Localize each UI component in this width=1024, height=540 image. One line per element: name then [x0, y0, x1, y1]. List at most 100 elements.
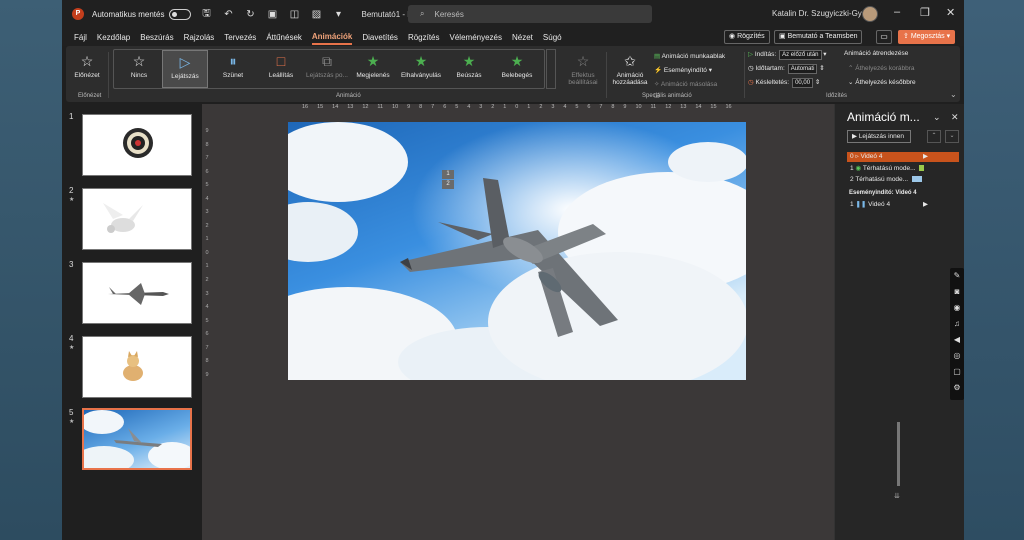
- animation-tag[interactable]: 2: [442, 180, 454, 189]
- ruler-tick-label: 2: [539, 104, 543, 110]
- duration-input[interactable]: Automati: [787, 64, 818, 74]
- slide-thumbnail-3[interactable]: [82, 262, 192, 324]
- slide-thumbnail-1[interactable]: [82, 114, 192, 176]
- anim-none-label: Nincs: [130, 72, 148, 79]
- comments-button[interactable]: ▭: [876, 30, 892, 44]
- ruler-tick-label: 16: [302, 104, 309, 110]
- record-button[interactable]: ◉ Rögzítés: [724, 30, 770, 44]
- ruler-tick-label: 5: [205, 182, 209, 189]
- play-from-label: Lejátszás innen: [858, 133, 904, 140]
- jet-image: [108, 283, 169, 305]
- ruler-tick-label: 8: [611, 104, 615, 110]
- anim-stop-label: Leállítás: [268, 72, 294, 79]
- move-down-button[interactable]: ⌄: [945, 130, 959, 143]
- preview-button[interactable]: ☆ Előnézet: [68, 50, 106, 88]
- pane-options-icon[interactable]: ⌄: [933, 112, 941, 123]
- share-button[interactable]: ⇪ Megosztás ▾: [898, 30, 956, 44]
- speaker-icon[interactable]: ◀: [950, 332, 964, 348]
- camera-icon[interactable]: ◙: [950, 284, 964, 300]
- user-name[interactable]: Katalin Dr. Szugyiczki-Györfi: [772, 9, 873, 18]
- title-bar: P Automatikus mentés 🖫 ↶ ↻ ▣ ◫ ▨ ▾ Bemut…: [62, 0, 964, 28]
- slide-thumbnail-2[interactable]: [82, 188, 192, 250]
- window-icon[interactable]: ▢: [950, 364, 964, 380]
- anim-stop[interactable]: □ Leállítás: [258, 50, 304, 88]
- start-select[interactable]: Az előző után: [779, 50, 822, 60]
- pegasus-image: [103, 203, 143, 233]
- move-later-button[interactable]: ⌄ Áthelyezés későbbre: [848, 78, 916, 86]
- save-icon[interactable]: 🖫: [199, 6, 213, 23]
- tab-transitions[interactable]: Áttűnések: [266, 31, 302, 44]
- anim-appear[interactable]: ★ Megjelenés: [350, 50, 396, 88]
- minimize-icon[interactable]: –: [894, 6, 900, 18]
- delay-input[interactable]: 00,00: [792, 78, 814, 88]
- move-earlier-button[interactable]: ⌃ Áthelyezés korábbra: [848, 64, 915, 72]
- move-up-button[interactable]: ⌃: [927, 130, 941, 143]
- gear-icon[interactable]: ⚙: [950, 380, 964, 396]
- slide-thumbnail-5[interactable]: [74, 408, 196, 474]
- tab-record[interactable]: Rögzítés: [408, 31, 440, 44]
- tab-view[interactable]: Nézet: [512, 31, 533, 44]
- anim-seek[interactable]: ⧉ Lejátszás po...: [304, 50, 350, 88]
- trigger-button[interactable]: ⚡ Eseményindító ▾: [654, 66, 712, 74]
- pane-scrollbar[interactable]: [897, 422, 900, 486]
- autosave-toggle[interactable]: [169, 8, 192, 20]
- animation-star-icon: ★: [69, 419, 75, 425]
- pause-icon: ⏸: [229, 53, 237, 69]
- animation-list-item[interactable]: 1 ❚❚ Videó 4 ▶: [847, 200, 959, 210]
- effect-options-button[interactable]: ☆ Effektus beállításai: [560, 50, 606, 88]
- ruler-tick-label: 0: [515, 104, 519, 110]
- search-icon: ⌕: [420, 9, 425, 18]
- animation-painter-button[interactable]: ✧ Animáció másolása: [654, 80, 717, 88]
- customize-qat-icon[interactable]: ▾: [331, 9, 345, 20]
- redo-icon[interactable]: ↻: [243, 9, 257, 20]
- animation-list-item[interactable]: 1 ◉ Térhatású mode...: [847, 164, 959, 174]
- tab-help[interactable]: Súgó: [543, 31, 562, 44]
- animation-list-item[interactable]: 0 ▹ Videó 4 ▶: [847, 152, 959, 162]
- slide-canvas[interactable]: [288, 122, 746, 380]
- tab-draw[interactable]: Rajzolás: [184, 31, 215, 44]
- ruler-tick-label: 10: [635, 104, 642, 110]
- anim-none[interactable]: ☆ Nincs: [116, 50, 162, 88]
- restore-icon[interactable]: ❐: [920, 6, 930, 19]
- ruler-tick-label: 8: [205, 141, 209, 148]
- anim-fly-in[interactable]: ★ Beúszás: [446, 50, 492, 88]
- collapse-ribbon-icon[interactable]: ⌄: [950, 90, 957, 99]
- add-animation-button[interactable]: ✩ Animáció hozzáadása: [608, 50, 652, 88]
- ruler-tick-label: 12: [362, 104, 369, 110]
- animation-pane-button[interactable]: ▤ Animáció munkaablak: [654, 52, 725, 60]
- tab-file[interactable]: Fájl: [74, 31, 87, 44]
- anim-fade[interactable]: ★ Elhalványulás: [398, 50, 444, 88]
- picture-icon[interactable]: ▨: [309, 9, 323, 20]
- pen-icon[interactable]: ✎: [950, 268, 964, 284]
- tab-home[interactable]: Kezdőlap: [97, 31, 130, 44]
- search-box[interactable]: ⌕ Keresés: [408, 5, 652, 23]
- present-icon[interactable]: ▣: [265, 9, 279, 20]
- scroll-down-icon[interactable]: ⇊: [894, 492, 900, 500]
- avatar[interactable]: [862, 6, 878, 22]
- tab-animations[interactable]: Animációk: [311, 30, 353, 45]
- tab-review[interactable]: Véleményezés: [450, 31, 502, 44]
- play-from-button[interactable]: ▶ Lejátszás innen: [847, 130, 911, 143]
- anim-float-in[interactable]: ★ Belebegés: [494, 50, 540, 88]
- camera-icon[interactable]: ◫: [287, 9, 301, 20]
- tab-slideshow[interactable]: Diavetítés: [362, 31, 398, 44]
- tab-insert[interactable]: Beszúrás: [140, 31, 173, 44]
- present-in-teams-button[interactable]: ▣ Bemutató a Teamsben: [774, 30, 863, 44]
- ruler-tick-label: 13: [680, 104, 687, 110]
- animation-list-item[interactable]: 2 Térhatású mode...: [847, 175, 959, 185]
- close-icon[interactable]: ✕: [946, 6, 955, 19]
- record-icon[interactable]: ◉: [950, 300, 964, 316]
- animation-tag[interactable]: 1: [442, 170, 454, 179]
- anim-play[interactable]: ▷ Lejátszás: [162, 50, 208, 88]
- anim-pause[interactable]: ⏸ Szünet: [210, 50, 256, 88]
- slide-number: 5: [69, 408, 74, 417]
- mic-icon[interactable]: ♫: [950, 316, 964, 332]
- gallery-scroll[interactable]: [546, 49, 556, 89]
- stop-icon: □: [276, 53, 286, 69]
- ruler-tick-label: 16: [725, 104, 732, 110]
- slide-thumbnail-4[interactable]: [82, 336, 192, 398]
- tab-design[interactable]: Tervezés: [224, 31, 256, 44]
- webcam-icon[interactable]: ◎: [950, 348, 964, 364]
- close-pane-icon[interactable]: ✕: [951, 112, 959, 123]
- undo-icon[interactable]: ↶: [221, 9, 235, 20]
